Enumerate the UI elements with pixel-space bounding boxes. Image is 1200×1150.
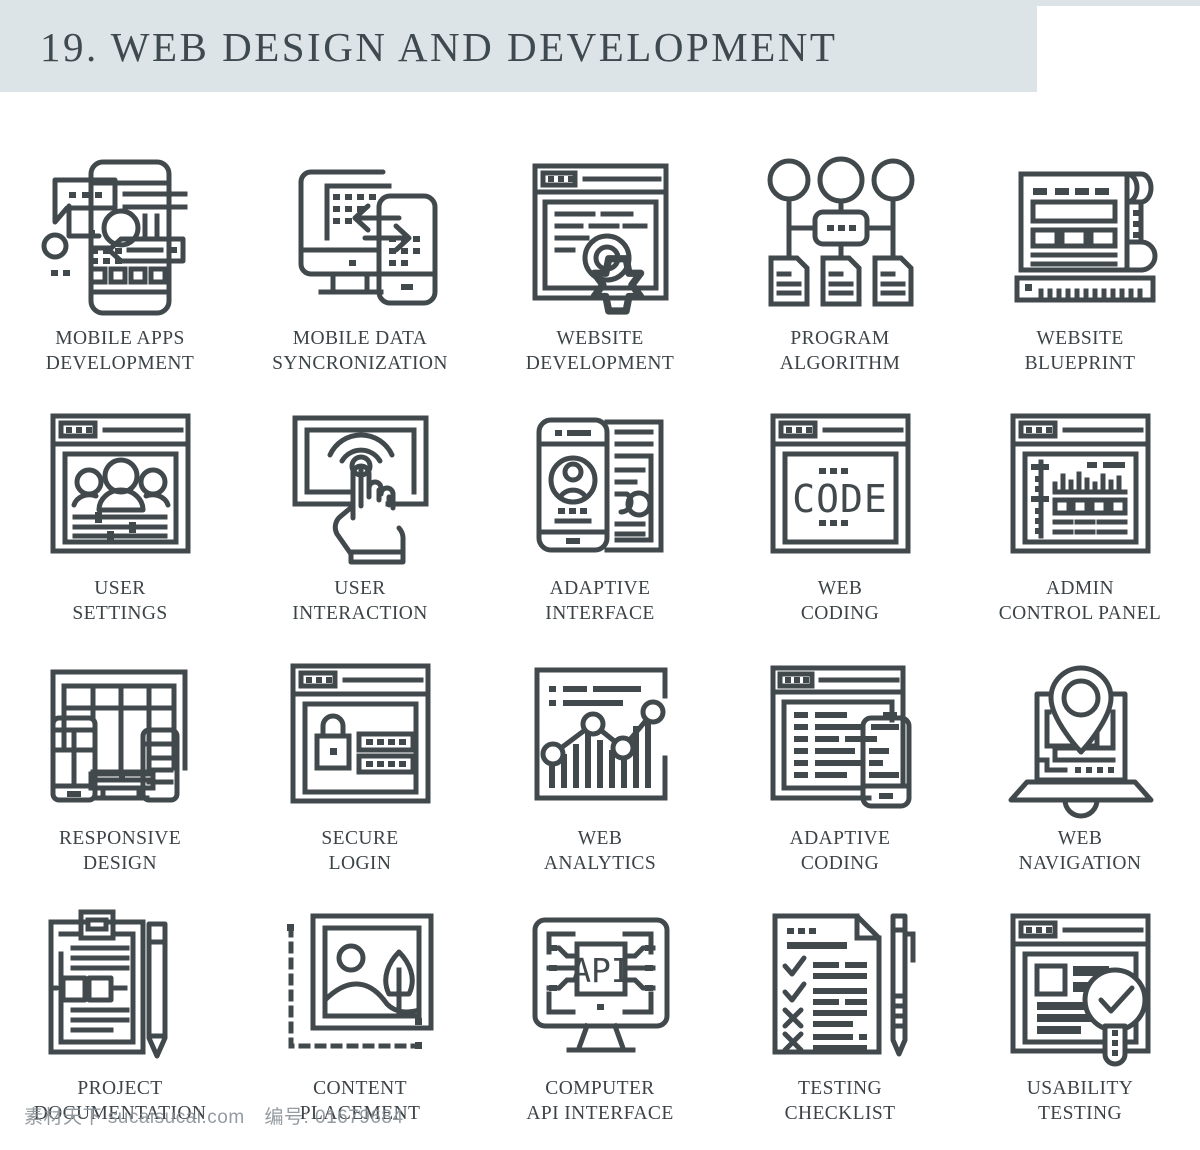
admin-control-panel-icon <box>993 400 1168 575</box>
grid-cell-computer-api-interface[interactable]: API COMPUTER API INTERFACE <box>480 900 720 1150</box>
grid-cell-program-algorithm[interactable]: PROGRAM ALGORITHM <box>720 150 960 400</box>
grid-cell-admin-control-panel[interactable]: ADMIN CONTROL PANEL <box>960 400 1200 650</box>
icon-grid: MOBILE APPS DEVELOPMENT MOBILE DATA SYNC… <box>0 150 1200 1150</box>
cell-label: WEBSITE BLUEPRINT <box>1024 328 1136 374</box>
cell-label: MOBILE APPS DEVELOPMENT <box>45 328 195 374</box>
usability-testing-icon <box>993 900 1168 1075</box>
cell-label: WEB CODING <box>800 578 880 624</box>
web-navigation-icon <box>993 650 1168 825</box>
cell-label: PROJECT DOCUMENTATION <box>33 1078 207 1124</box>
grid-cell-website-development[interactable]: WEBSITE DEVELOPMENT <box>480 150 720 400</box>
web-coding-icon: CODE <box>753 400 928 575</box>
project-documentation-icon <box>33 900 208 1075</box>
adaptive-interface-icon <box>513 400 688 575</box>
grid-cell-website-blueprint[interactable]: WEBSITE BLUEPRINT <box>960 150 1200 400</box>
website-development-icon <box>513 150 688 325</box>
grid-cell-testing-checklist[interactable]: TESTING CHECKLIST <box>720 900 960 1150</box>
mobile-data-syncronization-icon <box>273 150 448 325</box>
computer-api-interface-icon: API <box>513 900 688 1075</box>
cell-label: MOBILE DATA SYNCRONIZATION <box>272 328 448 374</box>
mobile-apps-development-icon <box>33 150 208 325</box>
cell-label: WEB NAVIGATION <box>1018 828 1142 874</box>
grid-cell-web-analytics[interactable]: WEB ANALYTICS <box>480 650 720 900</box>
grid-cell-adaptive-interface[interactable]: ADAPTIVE INTERFACE <box>480 400 720 650</box>
cell-label: USER SETTINGS <box>72 578 168 624</box>
cell-label: ADAPTIVE CODING <box>789 828 891 874</box>
grid-cell-web-navigation[interactable]: WEB NAVIGATION <box>960 650 1200 900</box>
grid-cell-web-coding[interactable]: CODE WEB CODING <box>720 400 960 650</box>
cell-label: WEB ANALYTICS <box>543 828 657 874</box>
program-algorithm-icon <box>753 150 928 325</box>
user-settings-icon <box>33 400 208 575</box>
web-analytics-icon <box>513 650 688 825</box>
cell-label: ADMIN CONTROL PANEL <box>998 578 1162 624</box>
responsive-design-icon <box>33 650 208 825</box>
cell-label: PROGRAM ALGORITHM <box>779 328 901 374</box>
grid-cell-secure-login[interactable]: SECURE LOGIN <box>240 650 480 900</box>
content-placement-icon <box>273 900 448 1075</box>
grid-cell-user-settings[interactable]: USER SETTINGS <box>0 400 240 650</box>
grid-cell-usability-testing[interactable]: USABILITY TESTING <box>960 900 1200 1150</box>
grid-cell-responsive-design[interactable]: RESPONSIVE DESIGN <box>0 650 240 900</box>
cell-label: USABILITY TESTING <box>1026 1078 1134 1124</box>
cell-label: WEBSITE DEVELOPMENT <box>525 328 675 374</box>
cell-label: ADAPTIVE INTERFACE <box>545 578 655 624</box>
grid-cell-adaptive-coding[interactable]: ADAPTIVE CODING <box>720 650 960 900</box>
testing-checklist-icon <box>753 900 928 1075</box>
grid-cell-project-documentation[interactable]: PROJECT DOCUMENTATION <box>0 900 240 1150</box>
grid-cell-content-placement[interactable]: CONTENT PLACEMENT <box>240 900 480 1150</box>
code-text: CODE <box>792 477 888 521</box>
cell-label: RESPONSIVE DESIGN <box>58 828 182 874</box>
user-interaction-icon <box>273 400 448 575</box>
secure-login-icon <box>273 650 448 825</box>
page-title: 19. WEB DESIGN AND DEVELOPMENT <box>40 24 838 70</box>
adaptive-coding-icon <box>753 650 928 825</box>
cell-label: CONTENT PLACEMENT <box>299 1078 421 1124</box>
cell-label: USER INTERACTION <box>292 578 428 624</box>
cell-label: TESTING CHECKLIST <box>784 1078 896 1124</box>
grid-cell-mobile-data-syncronization[interactable]: MOBILE DATA SYNCRONIZATION <box>240 150 480 400</box>
cell-label: COMPUTER API INTERFACE <box>526 1078 674 1124</box>
grid-cell-user-interaction[interactable]: USER INTERACTION <box>240 400 480 650</box>
grid-cell-mobile-apps-development[interactable]: MOBILE APPS DEVELOPMENT <box>0 150 240 400</box>
cell-label: SECURE LOGIN <box>321 828 399 874</box>
website-blueprint-icon <box>993 150 1168 325</box>
api-text: API <box>571 951 631 990</box>
